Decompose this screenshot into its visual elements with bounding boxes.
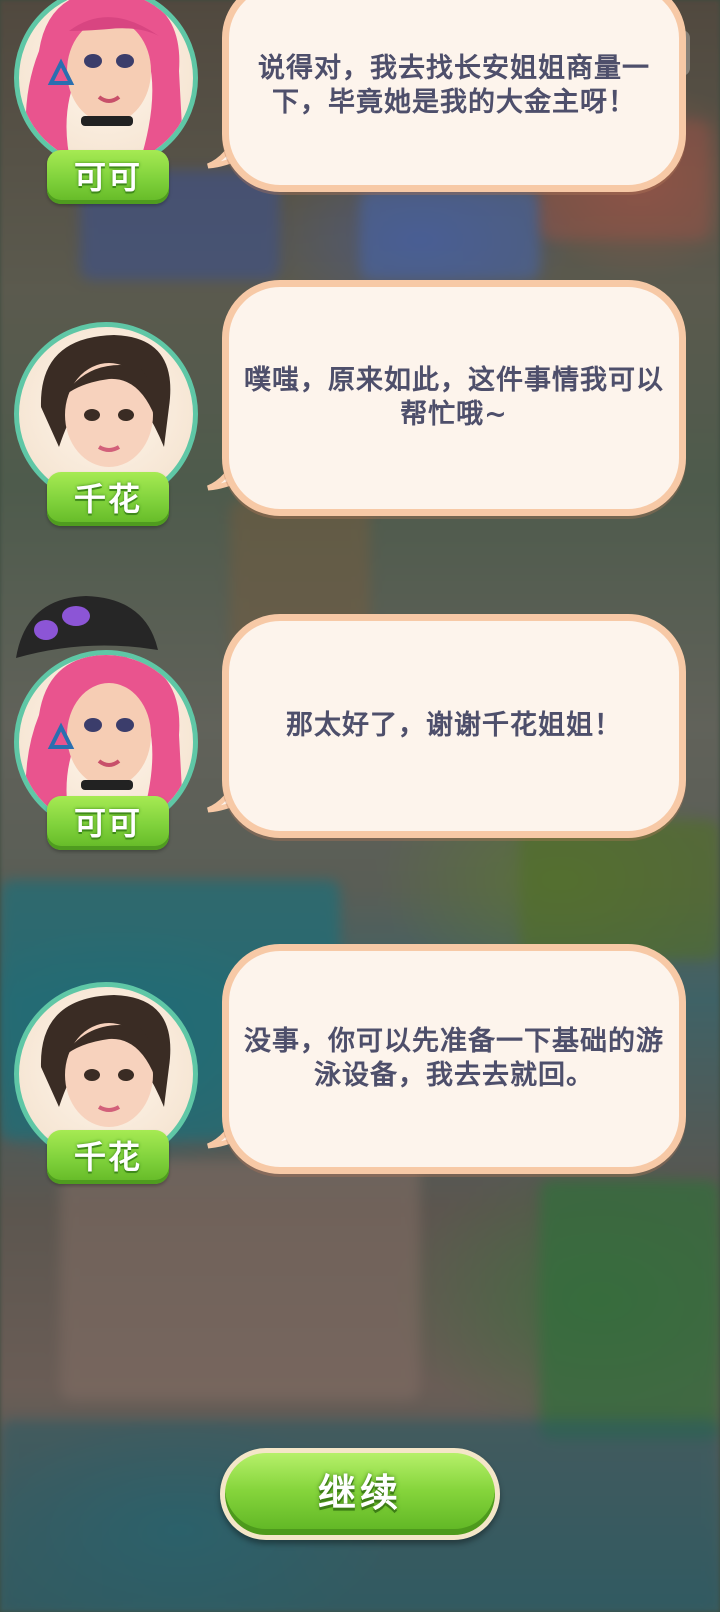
dialogue-text: 说得对，我去找长安姐姐商量一下，毕竟她是我的大金主呀！ xyxy=(258,53,650,118)
dialogue-entry: 可可 说得对，我去找长安姐姐商量一下，毕竟她是我的大金主呀！ xyxy=(0,0,720,230)
dialogue-entry: 千花 没事，你可以先准备一下基础的游泳设备，我去去就回。 xyxy=(0,930,720,1220)
speech-bubble: 那太好了，谢谢千花姐姐！ xyxy=(222,614,686,838)
speaker-nametag: 可可 xyxy=(47,150,169,204)
hat-icon xyxy=(16,596,158,658)
speaker-nametag: 千花 xyxy=(47,472,169,526)
speech-bubble: 噗嗤，原来如此，这件事情我可以帮忙哦~ xyxy=(222,280,686,516)
avatar-keke xyxy=(14,0,198,170)
dialogue-text: 那太好了，谢谢千花姐姐！ xyxy=(286,710,622,741)
speaker-nametag: 千花 xyxy=(47,1130,169,1184)
speech-bubble: 说得对，我去找长安姐姐商量一下，毕竟她是我的大金主呀！ xyxy=(222,0,686,192)
dialogue-entry: 千花 噗嗤，原来如此，这件事情我可以帮忙哦~ xyxy=(0,270,720,550)
dialogue-entry: 可可 那太好了，谢谢千花姐姐！ xyxy=(0,596,720,880)
dialogue-text: 没事，你可以先准备一下基础的游泳设备，我去去就回。 xyxy=(244,1026,664,1091)
continue-button[interactable]: 继续 xyxy=(220,1448,500,1540)
dialogue-text: 噗嗤，原来如此，这件事情我可以帮忙哦~ xyxy=(244,365,664,430)
speech-bubble: 没事，你可以先准备一下基础的游泳设备，我去去就回。 xyxy=(222,944,686,1174)
speaker-nametag: 可可 xyxy=(47,796,169,850)
